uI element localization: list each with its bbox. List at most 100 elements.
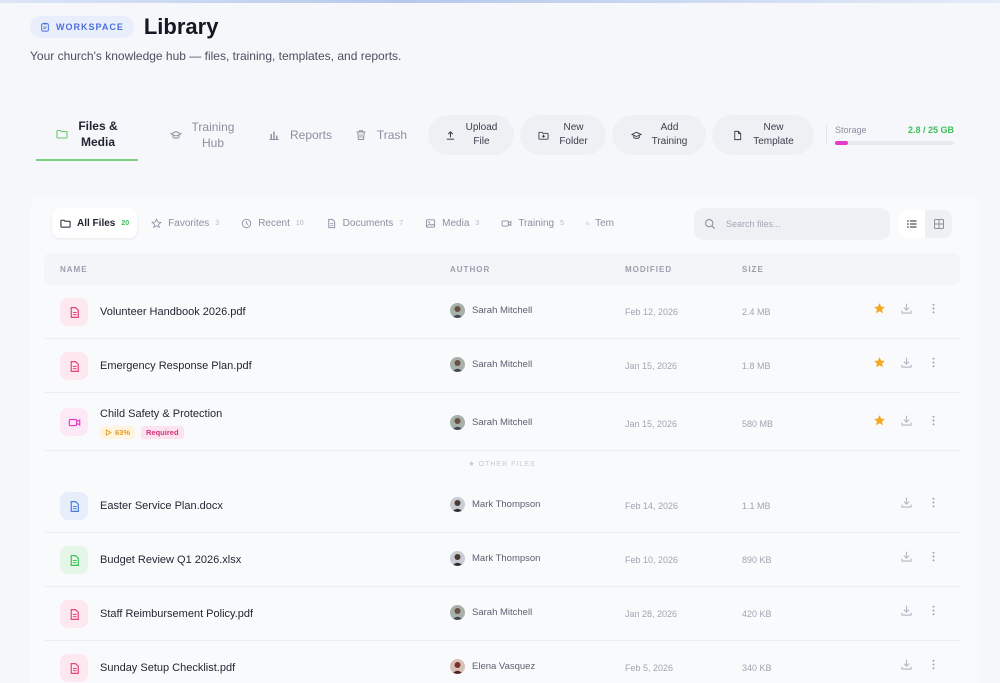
table-row[interactable]: Sunday Setup Checklist.pdf Elena Vasquez… — [44, 641, 960, 683]
graduation-cap-icon — [630, 131, 642, 139]
tab-reports[interactable]: Reports — [256, 109, 344, 161]
author-name: Elena Vasquez — [472, 661, 536, 672]
file-icon — [734, 130, 742, 140]
view-toggle — [898, 210, 952, 238]
folder-icon — [56, 129, 68, 139]
tab-files-media[interactable]: Files & Media — [36, 109, 138, 161]
file-name[interactable]: Easter Service Plan.docx — [100, 500, 223, 512]
file-modified: Jan 15, 2026 — [625, 361, 678, 371]
more-vertical-icon[interactable] — [927, 414, 940, 427]
storage-label: Storage — [835, 125, 867, 135]
avatar — [450, 551, 465, 566]
file-icon — [586, 221, 589, 225]
more-vertical-icon[interactable] — [927, 496, 940, 509]
filter-all-files[interactable]: All Files 20 — [52, 208, 138, 238]
new-folder-button[interactable]: New Folder — [520, 115, 606, 155]
page-title: Library — [143, 14, 219, 39]
table-row[interactable]: Staff Reimbursement Policy.pdf Sarah Mit… — [44, 587, 960, 641]
more-vertical-icon[interactable] — [927, 550, 940, 563]
storage-bar-fill — [835, 141, 849, 145]
trash-icon — [356, 130, 366, 140]
file-name[interactable]: Child Safety & Protection — [100, 408, 222, 420]
xlsx-file-icon — [60, 546, 88, 574]
filter-favorites[interactable]: Favorites 3 — [143, 208, 227, 238]
file-size: 2.4 MB — [742, 307, 771, 317]
download-icon[interactable] — [900, 604, 913, 617]
star-filled-icon[interactable] — [873, 356, 886, 369]
file-size: 580 MB — [742, 419, 774, 429]
filter-documents[interactable]: Documents 7 — [318, 208, 411, 238]
search-input[interactable] — [726, 219, 876, 229]
top-accent-line — [0, 0, 1000, 3]
column-header-modified[interactable]: MODIFIED — [625, 265, 672, 274]
download-icon[interactable] — [900, 414, 913, 427]
file-name[interactable]: Emergency Response Plan.pdf — [100, 360, 252, 372]
filter-label: Media — [442, 217, 470, 229]
author-name: Sarah Mitchell — [472, 607, 533, 618]
more-vertical-icon[interactable] — [927, 604, 940, 617]
column-header-size[interactable]: SIZE — [742, 265, 764, 274]
play-icon — [105, 429, 112, 436]
download-icon[interactable] — [900, 302, 913, 315]
filter-label: Documents — [342, 217, 394, 229]
filter-templates[interactable]: Tem — [578, 208, 622, 238]
file-size: 890 KB — [742, 555, 772, 565]
star-small-icon: ★ — [468, 461, 476, 468]
table-row[interactable]: Easter Service Plan.docx Mark Thompson F… — [44, 479, 960, 533]
file-modified: Feb 5, 2026 — [625, 663, 674, 673]
file-author: Sarah Mitchell — [450, 415, 532, 430]
download-icon[interactable] — [900, 658, 913, 671]
table-row[interactable]: Child Safety & Protection 63% Required S… — [44, 393, 960, 451]
workspace-badge-label: WORKSPACE — [56, 22, 124, 32]
star-filled-icon[interactable] — [873, 302, 886, 315]
table-row[interactable]: Emergency Response Plan.pdf Sarah Mitche… — [44, 339, 960, 393]
avatar — [450, 415, 465, 430]
more-vertical-icon[interactable] — [927, 356, 940, 369]
file-modified: Jan 15, 2026 — [625, 419, 678, 429]
file-name[interactable]: Sunday Setup Checklist.pdf — [100, 662, 235, 674]
filter-recent[interactable]: Recent 10 — [233, 208, 311, 238]
file-list: Volunteer Handbook 2026.pdf Sarah Mitche… — [44, 285, 960, 683]
file-modified: Jan 28, 2026 — [625, 609, 678, 619]
video-icon — [501, 219, 512, 227]
button-label: Add Training — [651, 122, 688, 147]
progress-badge: 63% — [100, 426, 136, 439]
grid-view-button[interactable] — [925, 210, 952, 238]
tab-training-hub[interactable]: Training Hub — [152, 109, 252, 161]
page-subtitle: Your church's knowledge hub — files, tra… — [30, 49, 402, 63]
filter-count: 3 — [475, 219, 480, 227]
column-header-author[interactable]: AUTHOR — [450, 265, 490, 274]
table-row[interactable]: Volunteer Handbook 2026.pdf Sarah Mitche… — [44, 285, 960, 339]
new-template-button[interactable]: New Template — [712, 115, 814, 155]
clipboard-icon — [41, 22, 49, 32]
author-name: Sarah Mitchell — [472, 359, 533, 370]
storage-bar — [835, 141, 954, 145]
column-header-name[interactable]: NAME — [60, 265, 88, 274]
download-icon[interactable] — [900, 550, 913, 563]
add-training-button[interactable]: Add Training — [612, 115, 706, 155]
filter-training[interactable]: Training 5 — [493, 208, 572, 238]
avatar — [450, 357, 465, 372]
upload-file-button[interactable]: Upload File — [428, 115, 514, 155]
document-icon — [327, 218, 335, 228]
more-vertical-icon[interactable] — [927, 302, 940, 315]
filter-count: 20 — [121, 219, 130, 227]
file-author: Sarah Mitchell — [450, 605, 532, 620]
file-author: Elena Vasquez — [450, 659, 535, 674]
file-name[interactable]: Staff Reimbursement Policy.pdf — [100, 608, 253, 620]
download-icon[interactable] — [900, 496, 913, 509]
download-icon[interactable] — [900, 356, 913, 369]
grid-icon — [933, 219, 944, 229]
list-view-button[interactable] — [898, 210, 925, 238]
filter-label: All Files — [77, 217, 116, 229]
star-filled-icon[interactable] — [873, 414, 886, 427]
file-name[interactable]: Budget Review Q1 2026.xlsx — [100, 554, 241, 566]
tab-trash[interactable]: Trash — [344, 109, 418, 161]
more-vertical-icon[interactable] — [927, 658, 940, 671]
progress-value: 63% — [115, 428, 131, 437]
table-row[interactable]: Budget Review Q1 2026.xlsx Mark Thompson… — [44, 533, 960, 587]
author-name: Mark Thompson — [472, 499, 541, 510]
file-name[interactable]: Volunteer Handbook 2026.pdf — [100, 306, 246, 318]
button-label: Upload File — [465, 122, 498, 147]
filter-media[interactable]: Media 3 — [417, 208, 487, 238]
